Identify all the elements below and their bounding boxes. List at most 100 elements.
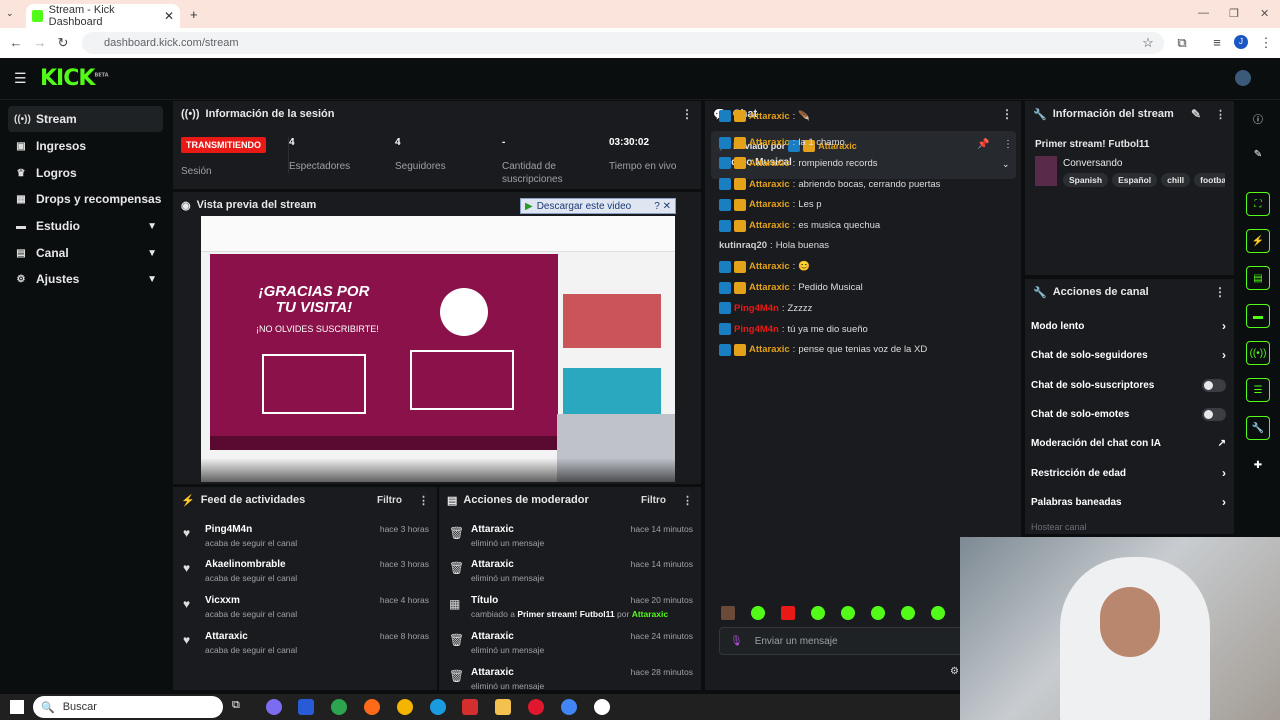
tag-chip[interactable]: footballs: [1194, 173, 1225, 187]
chat-message[interactable]: Attaraxic: Pedido Musical: [719, 281, 863, 294]
hamburger-menu-icon[interactable]: ☰: [14, 70, 27, 87]
reading-list-icon[interactable]: ≡: [1209, 35, 1225, 50]
extensions-icon[interactable]: ⧉: [1174, 35, 1190, 51]
chat-username[interactable]: kutinraq20: [719, 240, 767, 251]
windows-start-icon[interactable]: [10, 700, 24, 714]
document-icon[interactable]: ▤: [1246, 266, 1270, 290]
action-followers-only[interactable]: Chat de solo-seguidores ›: [1031, 345, 1226, 365]
firefox-icon[interactable]: [364, 699, 380, 715]
tab-list-button[interactable]: ⌄: [6, 8, 14, 19]
wrench-icon[interactable]: 🔧: [1246, 416, 1270, 440]
reload-icon[interactable]: ↻: [55, 35, 71, 51]
security-icon[interactable]: [298, 699, 314, 715]
file-explorer-icon[interactable]: [495, 699, 511, 715]
chat-message[interactable]: Ping4M4n: tú ya me dio sueño: [719, 323, 868, 335]
chat-username[interactable]: Attaraxic: [749, 282, 790, 293]
sidebar-item-estudio[interactable]: ▬ Estudio ▼: [8, 213, 163, 239]
more-icon[interactable]: ⋮: [1214, 285, 1226, 299]
download-video-button[interactable]: ▶ Descargar este video? ✕: [520, 198, 676, 214]
chevron-down-icon[interactable]: ⌄: [1002, 159, 1010, 170]
tag-chip[interactable]: Español: [1112, 173, 1158, 187]
opera-icon[interactable]: [528, 699, 544, 715]
new-tab-button[interactable]: +: [190, 7, 198, 22]
more-icon[interactable]: ⋮: [682, 494, 693, 507]
browser-tab[interactable]: Stream - Kick Dashboard ✕: [26, 4, 180, 28]
microphone-icon[interactable]: 🎙: [730, 636, 743, 647]
bookmark-star-icon[interactable]: ☆: [1140, 35, 1156, 51]
chat-username[interactable]: Attaraxic: [749, 344, 790, 355]
chrome-icon[interactable]: [397, 699, 413, 715]
emote-icon[interactable]: [901, 606, 915, 620]
emote-icon[interactable]: [781, 606, 795, 620]
action-emotes-only[interactable]: Chat de solo-emotes: [1031, 404, 1226, 424]
wps-icon[interactable]: [462, 699, 478, 715]
action-slow-mode[interactable]: Modo lento ›: [1031, 316, 1226, 336]
taskbar-search[interactable]: 🔍 Buscar: [33, 696, 223, 718]
more-icon[interactable]: ⋮: [1001, 107, 1013, 121]
chat-message[interactable]: Attaraxic: abriendo bocas, cerrando puert…: [719, 178, 940, 191]
edit-icon[interactable]: ✎: [1191, 107, 1201, 121]
sidebar-item-stream[interactable]: ((•)) Stream: [8, 106, 163, 132]
app-icon[interactable]: [331, 699, 347, 715]
user-avatar[interactable]: [1235, 70, 1251, 86]
chat-icon[interactable]: ▬: [1246, 304, 1270, 328]
unpin-icon[interactable]: 📌: [977, 139, 989, 150]
list-icon[interactable]: ☰: [1246, 378, 1270, 402]
more-icon[interactable]: ⋮: [1003, 139, 1013, 150]
broadcast-icon[interactable]: ((•)): [1246, 341, 1270, 365]
emote-icon[interactable]: [721, 606, 735, 620]
obs-icon[interactable]: [594, 699, 610, 715]
more-icon[interactable]: ⋮: [1215, 108, 1226, 121]
sidebar-item-logros[interactable]: ♛ Logros: [8, 160, 163, 186]
more-icon[interactable]: ⋮: [681, 107, 693, 121]
edge-icon[interactable]: [430, 699, 446, 715]
fullscreen-icon[interactable]: ⛶: [1246, 192, 1270, 216]
chat-username[interactable]: Ping4M4n: [734, 303, 779, 314]
chat-message[interactable]: kutinraq20: Hola buenas: [719, 240, 829, 251]
chat-message[interactable]: Attaraxic: es musica quechua: [719, 219, 880, 232]
info-icon[interactable]: ⓘ: [1246, 106, 1270, 130]
more-icon[interactable]: ⋮: [418, 494, 429, 507]
emote-icon[interactable]: [811, 606, 825, 620]
close-tab-icon[interactable]: ✕: [164, 9, 174, 23]
minimize-button[interactable]: —: [1198, 7, 1209, 19]
sidebar-item-ingresos[interactable]: ▣ Ingresos: [8, 133, 163, 159]
maximize-button[interactable]: ❐: [1229, 7, 1239, 20]
action-age-restriction[interactable]: Restricción de edad ›: [1031, 463, 1226, 483]
chat-message[interactable]: Attaraxic: Les p: [719, 198, 822, 211]
close-icon[interactable]: ? ✕: [654, 201, 671, 212]
action-host-channel[interactable]: Hostear canal: [1031, 517, 1226, 534]
bolt-icon[interactable]: ⚡: [1246, 229, 1270, 253]
chat-username[interactable]: Attaraxic: [749, 111, 790, 122]
close-window-button[interactable]: ✕: [1260, 7, 1269, 20]
task-view-icon[interactable]: ⧉: [232, 699, 248, 715]
sidebar-item-drops[interactable]: ▦ Drops y recompensas: [8, 186, 163, 212]
action-ai-moderation[interactable]: Moderación del chat con IA ↗: [1031, 433, 1226, 453]
address-bar[interactable]: dashboard.kick.com/stream: [82, 32, 1164, 54]
profile-avatar[interactable]: J: [1234, 35, 1248, 49]
action-banned-words[interactable]: Palabras baneadas ›: [1031, 492, 1226, 512]
chat-username[interactable]: Attaraxic: [749, 199, 790, 210]
tag-chip[interactable]: Spanish: [1063, 173, 1109, 187]
subscribers-only-toggle[interactable]: [1202, 378, 1226, 392]
forward-icon[interactable]: →: [32, 35, 48, 50]
filter-button[interactable]: Filtro: [377, 495, 402, 506]
chat-username[interactable]: Ping4M4n: [734, 324, 779, 335]
chat-message[interactable]: Attaraxic: 🪶: [719, 110, 810, 122]
action-subscribers-only[interactable]: Chat de solo-suscriptores: [1031, 375, 1226, 395]
chat-username[interactable]: Attaraxic: [749, 158, 790, 169]
emotes-only-toggle[interactable]: [1202, 407, 1226, 421]
chat-username[interactable]: Attaraxic: [749, 137, 790, 148]
emote-icon[interactable]: [841, 606, 855, 620]
sidebar-item-canal[interactable]: ▤ Canal ▼: [8, 240, 163, 266]
add-widget-icon[interactable]: ✚: [1246, 453, 1270, 477]
chat-username[interactable]: Attaraxic: [749, 220, 790, 231]
emote-icon[interactable]: [931, 606, 945, 620]
chrome-active-icon[interactable]: [561, 699, 577, 715]
browser-menu-icon[interactable]: ⋮: [1258, 35, 1274, 51]
chat-message[interactable]: Ping4M4n: Zzzzz: [719, 302, 812, 315]
chat-settings-icon[interactable]: ⚙: [950, 666, 959, 677]
chat-username[interactable]: Attaraxic: [749, 261, 790, 272]
emote-icon[interactable]: [871, 606, 885, 620]
chat-message[interactable]: Attaraxic: pense que tenias voz de la XD: [719, 343, 927, 356]
